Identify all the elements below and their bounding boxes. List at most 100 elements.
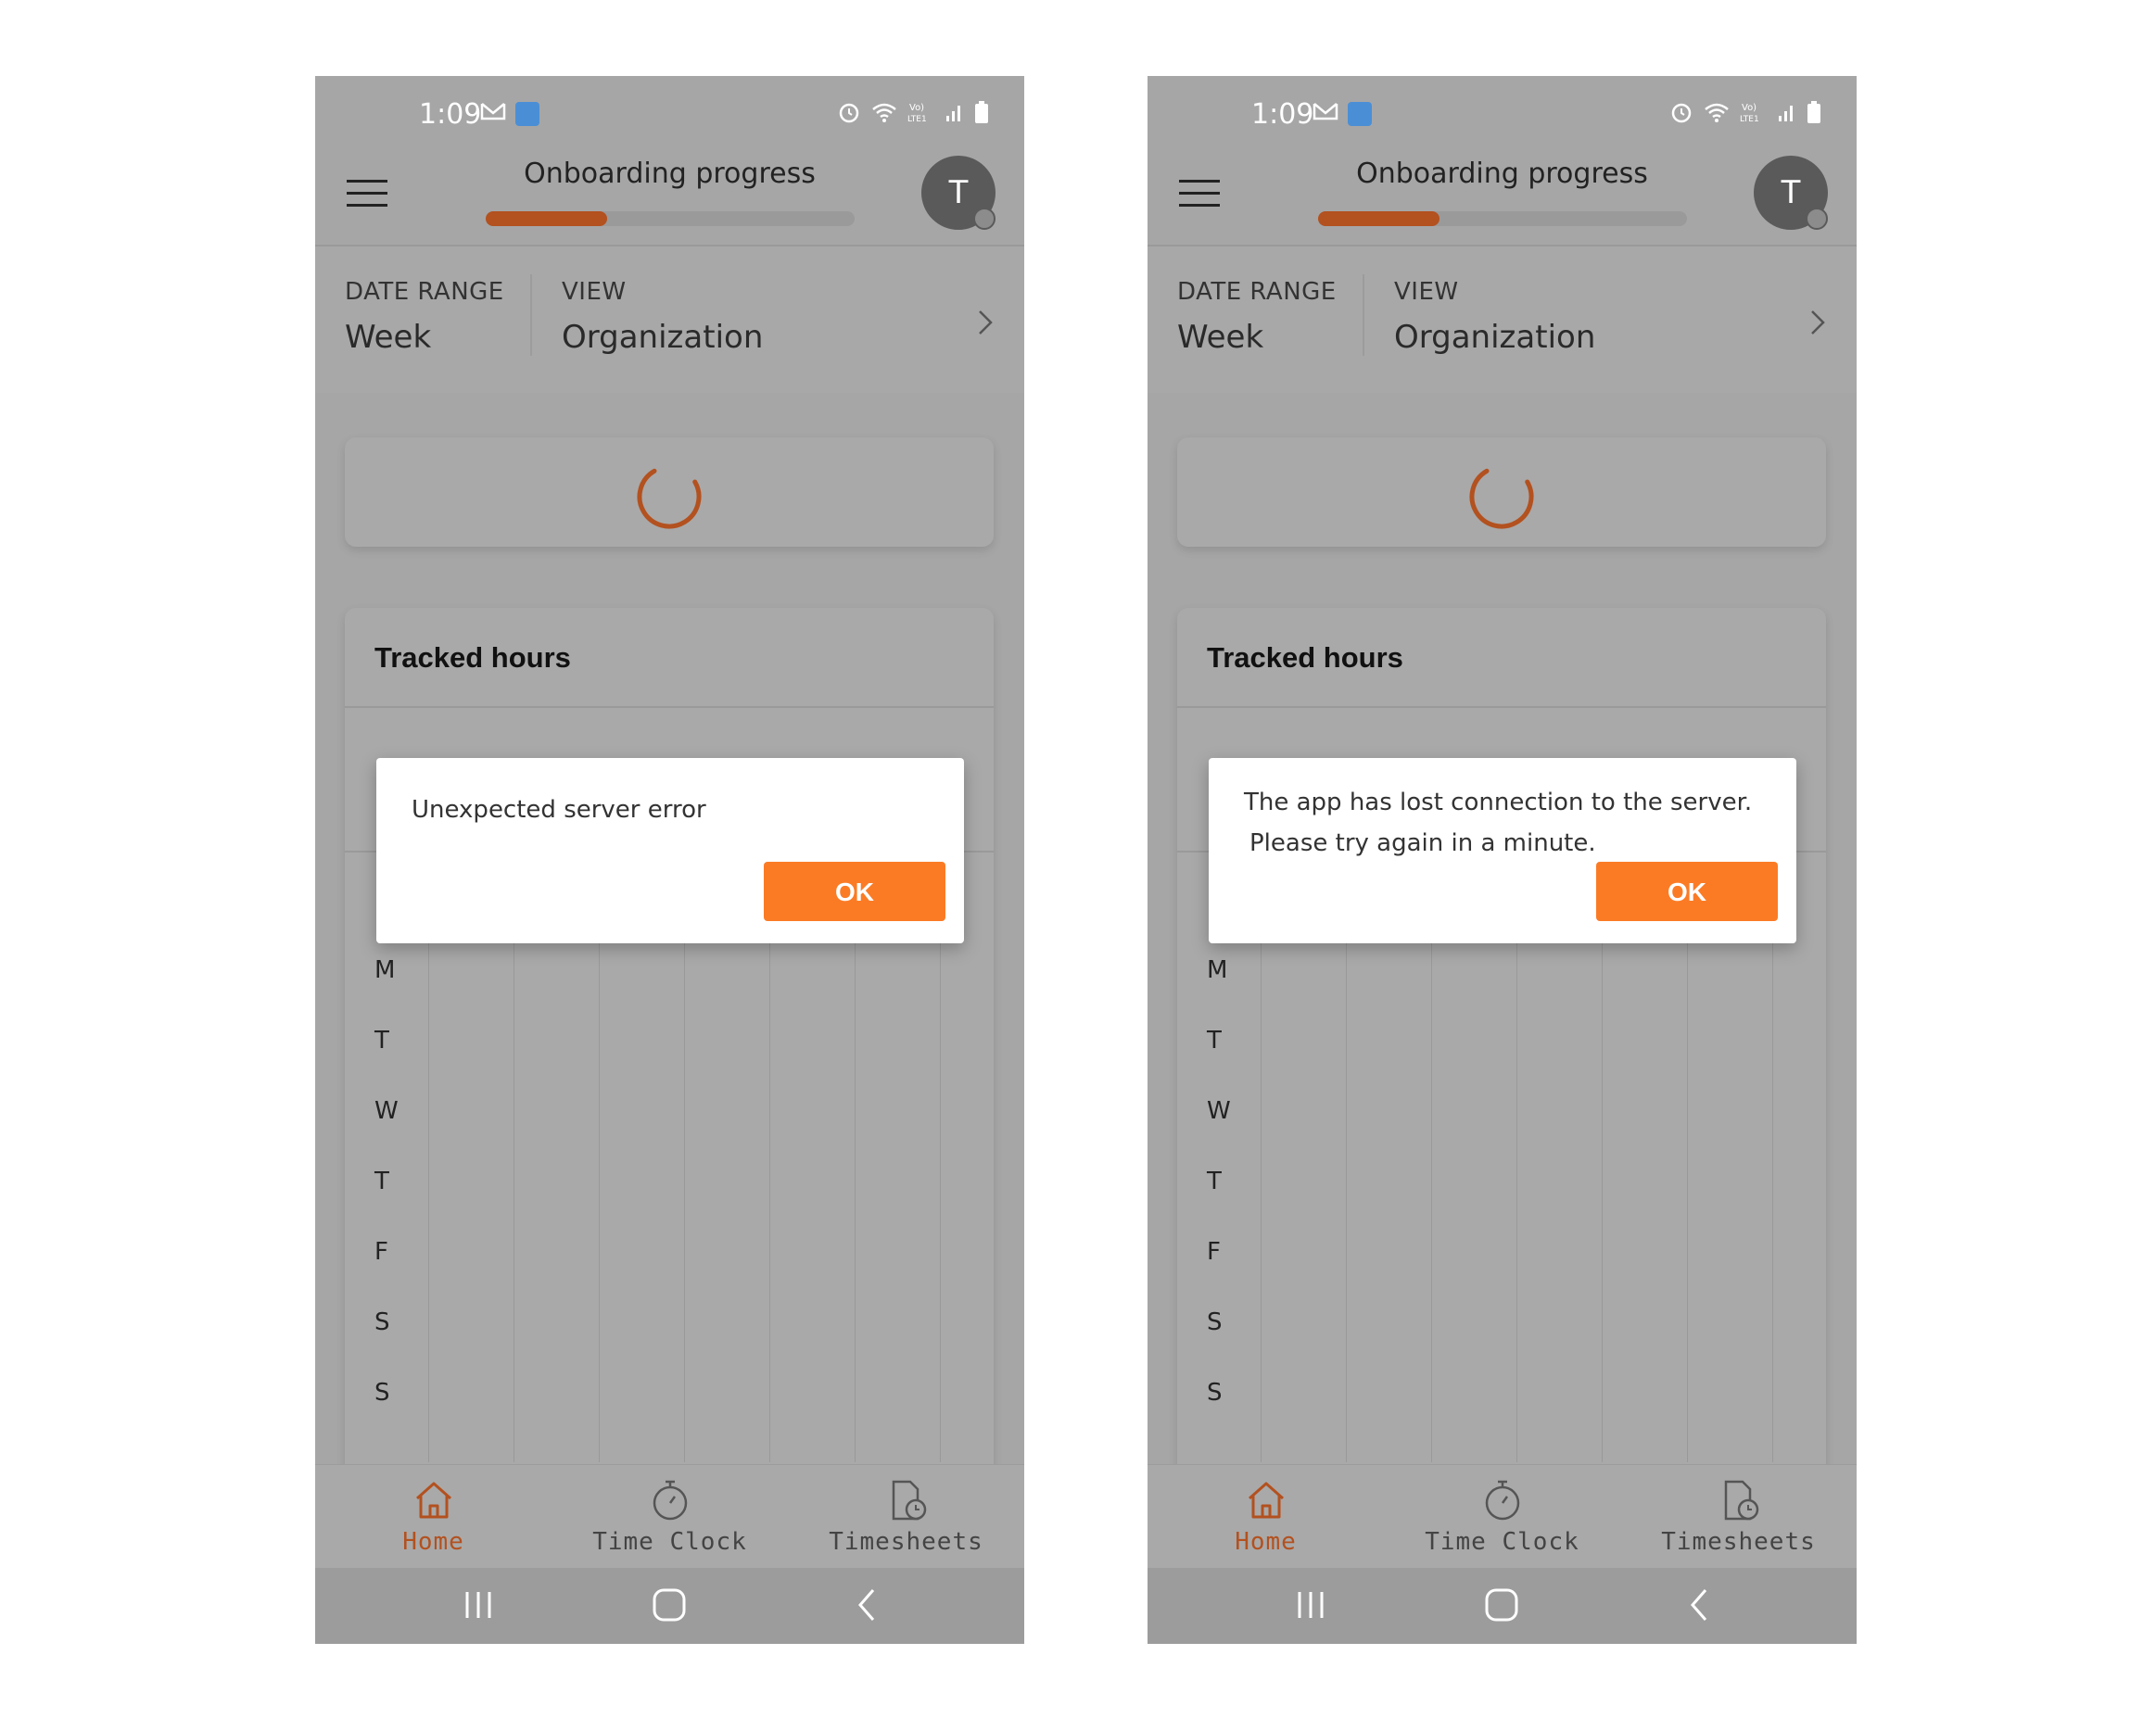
day-label: S xyxy=(374,1379,390,1407)
phone-screen-right: 1:09 Vo) LTE1 Onboarding progress T DATE … xyxy=(1148,76,1857,1644)
filter-divider xyxy=(530,274,532,356)
nav-time-clock-label: Time Clock xyxy=(592,1528,747,1556)
volte-icon: Vo) LTE1 xyxy=(1740,103,1759,124)
svg-text:LTE1: LTE1 xyxy=(1740,115,1759,124)
day-label: T xyxy=(1207,1027,1222,1055)
dialog-message-line: The app has lost connection to the serve… xyxy=(1244,789,1753,816)
gmail-icon xyxy=(1313,103,1338,120)
loading-card xyxy=(345,437,994,547)
gmail-icon xyxy=(480,103,506,120)
svg-text:LTE1: LTE1 xyxy=(907,115,927,124)
nav-home-label: Home xyxy=(1235,1528,1297,1556)
page-title: Onboarding progress xyxy=(524,158,816,190)
bottom-nav: Home Time Clock Timesheets xyxy=(1148,1464,1857,1569)
alarm-icon xyxy=(1671,103,1692,123)
status-icons: Vo) LTE1 xyxy=(1669,100,1821,124)
wifi-icon xyxy=(1705,103,1729,122)
view-value[interactable]: Organization xyxy=(562,319,763,356)
tracked-hours-title: Tracked hours xyxy=(374,641,571,674)
day-label: T xyxy=(374,1027,389,1055)
date-range-label: DATE RANGE xyxy=(345,278,504,306)
battery-icon xyxy=(1807,101,1820,123)
nav-time-clock[interactable]: Time Clock xyxy=(552,1465,788,1569)
day-label: W xyxy=(374,1097,399,1125)
chevron-right-icon[interactable] xyxy=(1810,309,1825,335)
day-label: S xyxy=(374,1308,390,1336)
nav-home[interactable]: Home xyxy=(1148,1465,1384,1569)
day-label: M xyxy=(374,956,396,984)
system-nav-bar xyxy=(1148,1568,1857,1644)
system-nav-bar xyxy=(315,1568,1024,1644)
filter-divider xyxy=(1363,274,1364,356)
recent-apps-icon[interactable] xyxy=(460,1585,497,1625)
nav-time-clock-label: Time Clock xyxy=(1425,1528,1579,1556)
day-label: W xyxy=(1207,1097,1231,1125)
svg-text:Vo): Vo) xyxy=(909,103,924,113)
divider xyxy=(1177,706,1826,708)
stopwatch-icon xyxy=(1485,1480,1519,1521)
loading-spinner-icon xyxy=(1469,468,1534,529)
day-label: T xyxy=(374,1168,389,1195)
dialog-message: The app has lost connection to the serve… xyxy=(1244,782,1772,864)
connection-lost-dialog: The app has lost connection to the serve… xyxy=(1209,758,1796,943)
onboarding-progress-fill xyxy=(1318,211,1440,226)
page-title: Onboarding progress xyxy=(1356,158,1648,190)
dialog-message: Unexpected server error xyxy=(412,790,940,830)
status-time: 1:09 xyxy=(1251,98,1314,131)
alarm-icon xyxy=(839,103,859,123)
phone-screen-left: 1:09 Vo) LTE1 Onboarding progress T DATE … xyxy=(315,76,1024,1644)
tracked-hours-title: Tracked hours xyxy=(1207,641,1403,674)
app-notification-icon xyxy=(1348,102,1372,126)
signal-icon xyxy=(1779,106,1793,121)
recent-apps-icon[interactable] xyxy=(1292,1585,1329,1625)
signal-icon xyxy=(946,106,960,121)
status-bar: 1:09 Vo) LTE1 xyxy=(315,76,1024,159)
nav-timesheets-label: Timesheets xyxy=(1661,1528,1816,1556)
status-icons: Vo) LTE1 xyxy=(837,100,989,124)
nav-time-clock[interactable]: Time Clock xyxy=(1384,1465,1620,1569)
chevron-right-icon[interactable] xyxy=(978,309,993,335)
onboarding-progress-bar xyxy=(1318,211,1687,226)
stopwatch-icon xyxy=(653,1480,687,1521)
app-notification-icon xyxy=(515,102,539,126)
day-label: F xyxy=(1207,1238,1221,1266)
status-time: 1:09 xyxy=(419,98,482,131)
timesheets-icon xyxy=(892,1480,926,1521)
date-range-value[interactable]: Week xyxy=(1177,319,1263,356)
filter-bar[interactable]: DATE RANGE Week VIEW Organization xyxy=(315,245,1024,393)
back-icon[interactable] xyxy=(1685,1585,1713,1625)
timesheets-icon xyxy=(1724,1480,1758,1521)
ok-button[interactable]: OK xyxy=(764,862,945,921)
home-system-icon[interactable] xyxy=(1481,1585,1522,1625)
day-label: S xyxy=(1207,1308,1223,1336)
error-dialog: Unexpected server error OK xyxy=(376,758,964,943)
nav-timesheets[interactable]: Timesheets xyxy=(788,1465,1024,1569)
status-bar: 1:09 Vo) LTE1 xyxy=(1148,76,1857,159)
wifi-icon xyxy=(872,103,896,122)
nav-timesheets-label: Timesheets xyxy=(829,1528,983,1556)
view-label: VIEW xyxy=(1394,278,1459,306)
ok-button[interactable]: OK xyxy=(1596,862,1778,921)
tracked-hours-card: Tracked hours M T W T F S S xyxy=(345,608,994,1590)
home-system-icon[interactable] xyxy=(649,1585,690,1625)
volte-icon: Vo) LTE1 xyxy=(907,103,927,124)
nav-home[interactable]: Home xyxy=(315,1465,552,1569)
home-icon xyxy=(415,1482,451,1519)
day-label: S xyxy=(1207,1379,1223,1407)
day-label: F xyxy=(374,1238,388,1266)
bottom-nav: Home Time Clock Timesheets xyxy=(315,1464,1024,1569)
onboarding-progress-bar xyxy=(486,211,855,226)
dialog-message-line: Please try again in a minute. xyxy=(1249,829,1596,857)
avatar-status-dot xyxy=(973,208,996,230)
view-value[interactable]: Organization xyxy=(1394,319,1595,356)
divider xyxy=(345,706,994,708)
filter-bar[interactable]: DATE RANGE Week VIEW Organization xyxy=(1148,245,1857,393)
view-label: VIEW xyxy=(562,278,627,306)
date-range-value[interactable]: Week xyxy=(345,319,431,356)
date-range-label: DATE RANGE xyxy=(1177,278,1337,306)
day-label: T xyxy=(1207,1168,1222,1195)
nav-home-label: Home xyxy=(402,1528,464,1556)
dialog-message-line: Unexpected server error xyxy=(412,796,706,824)
nav-timesheets[interactable]: Timesheets xyxy=(1620,1465,1857,1569)
back-icon[interactable] xyxy=(853,1585,881,1625)
